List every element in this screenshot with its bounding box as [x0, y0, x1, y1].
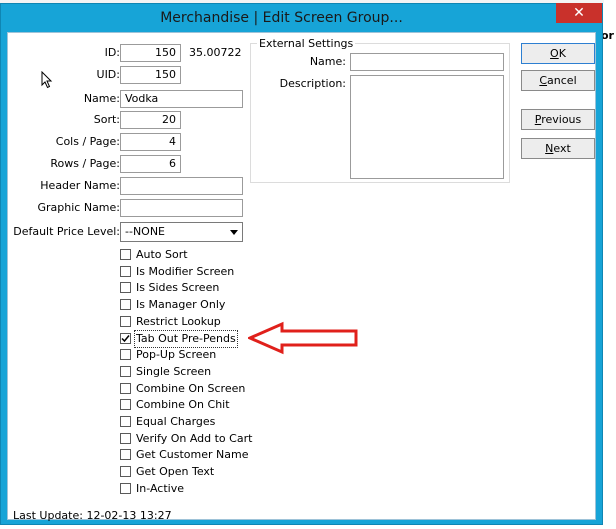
checkmark-icon [121, 334, 130, 342]
option-label: Verify On Add to Cart [136, 431, 253, 445]
option-checkbox[interactable] [120, 482, 131, 494]
rows-page-field[interactable]: 6 [120, 155, 181, 173]
description-label: Description: [279, 77, 346, 90]
sort-label: Sort: [93, 113, 120, 126]
name-field[interactable]: Vodka [120, 90, 243, 108]
option-label: Tab Out Pre-Pends [134, 329, 238, 348]
option-checkbox[interactable] [120, 365, 131, 377]
option-label: Is Manager Only [136, 298, 226, 312]
graphic-name-label: Graphic Name: [37, 201, 121, 214]
option-label: Restrict Lookup [136, 314, 221, 328]
last-update-text: Last Update: 12-02-13 13:27 [13, 509, 172, 522]
ok-button[interactable]: OK [521, 43, 595, 64]
graphic-name-field[interactable] [120, 199, 243, 217]
next-label-rest: ext [553, 142, 571, 155]
option-checkbox[interactable] [120, 265, 131, 277]
external-name-field[interactable] [350, 53, 504, 71]
option-checkbox[interactable] [120, 466, 131, 478]
option-checkbox[interactable] [120, 315, 131, 327]
default-price-level-value: --NONE [125, 225, 166, 238]
next-button[interactable]: Next [521, 138, 595, 159]
external-settings-group: External Settings Name: Description: [250, 37, 510, 183]
option-checkbox[interactable] [120, 449, 131, 461]
option-label: Is Sides Screen [136, 281, 220, 295]
option-label: Pop-Up Screen [136, 348, 217, 362]
id-label: ID: [104, 46, 120, 59]
external-name-label: Name: [309, 55, 346, 68]
sort-field[interactable]: 20 [120, 111, 181, 129]
option-label: Combine On Chit [136, 398, 230, 412]
option-label: In-Active [136, 481, 184, 495]
option-label: Get Customer Name [136, 448, 249, 462]
id-extra-value: 35.00722 [189, 46, 242, 59]
description-field[interactable] [350, 75, 504, 179]
option-checkbox[interactable] [120, 249, 131, 260]
option-checkbox[interactable] [120, 282, 131, 294]
option-label: Auto Sort [136, 248, 188, 261]
cancel-mnemonic: C [539, 74, 548, 87]
option-checkbox[interactable] [120, 349, 131, 361]
previous-label-rest: revious [541, 113, 582, 126]
option-label: Is Modifier Screen [136, 264, 235, 278]
option-label: Combine On Screen [136, 381, 246, 395]
close-button[interactable]: ✕ [556, 3, 602, 23]
rows-page-label: Rows / Page: [50, 157, 120, 170]
default-price-level-label: Default Price Level: [13, 225, 120, 238]
option-checkbox[interactable] [120, 332, 131, 344]
ok-mnemonic: O [550, 47, 559, 60]
uid-field[interactable]: 150 [120, 66, 181, 84]
option-label: Get Open Text [136, 465, 215, 479]
option-checkbox[interactable] [120, 399, 131, 411]
previous-button[interactable]: Previous [521, 109, 595, 130]
chevron-down-icon [230, 230, 238, 235]
edit-screen-group-dialog: Merchandise | Edit Screen Group... ✕ ID:… [0, 3, 603, 525]
option-label: Equal Charges [136, 415, 216, 428]
dialog-client-area: ID: 150 35.00722 UID: 150 Name: Vodka So… [7, 32, 596, 522]
header-name-label: Header Name: [40, 179, 120, 192]
cancel-button[interactable]: Cancel [521, 70, 595, 91]
external-settings-title: External Settings [257, 37, 356, 51]
background-app-panel [604, 0, 616, 529]
cols-page-field[interactable]: 4 [120, 133, 181, 151]
id-field[interactable]: 150 [120, 44, 181, 62]
cols-page-label: Cols / Page: [55, 135, 120, 148]
default-price-level-select[interactable]: --NONE [120, 222, 243, 242]
cancel-label-rest: ancel [547, 74, 577, 87]
red-annotation-arrow-icon [248, 321, 358, 355]
close-icon: ✕ [573, 5, 585, 21]
option-checkbox[interactable] [120, 416, 131, 427]
header-name-field[interactable] [120, 177, 243, 195]
option-checkbox[interactable] [120, 299, 131, 311]
ok-label-rest: K [558, 47, 566, 60]
option-checkbox[interactable] [120, 382, 131, 394]
uid-label: UID: [96, 68, 120, 81]
title-bar[interactable]: Merchandise | Edit Screen Group... ✕ [1, 3, 602, 32]
option-checkbox[interactable] [120, 432, 131, 444]
window-title: Merchandise | Edit Screen Group... [160, 10, 403, 26]
option-label: Single Screen [136, 364, 212, 378]
mouse-pointer-icon [41, 71, 53, 89]
name-label: Name: [83, 92, 120, 105]
